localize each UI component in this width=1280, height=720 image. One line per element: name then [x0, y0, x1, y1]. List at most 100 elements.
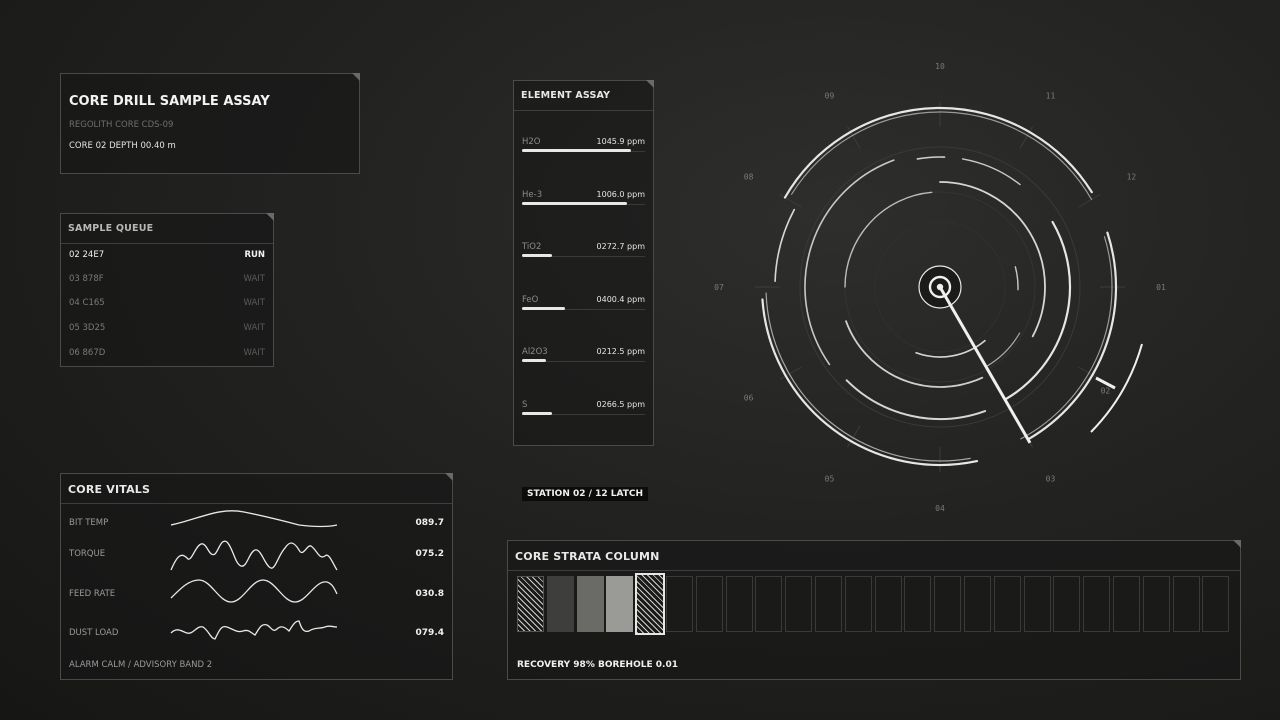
assay-row-tio2: TiO2 0272.7 ppm — [522, 242, 645, 272]
strata-cell[interactable] — [785, 576, 813, 632]
assay-element-name: S — [522, 399, 528, 410]
strata-cell[interactable] — [635, 573, 666, 635]
queue-item[interactable]: 03 878F WAIT — [69, 274, 265, 288]
spiral-arc — [845, 379, 987, 420]
dial-label: 01 — [1156, 283, 1166, 292]
vital-row-dust-load: DUST LOAD 079.4 — [69, 619, 444, 649]
spiral-arc — [961, 158, 1021, 186]
queue-item[interactable]: 06 867D WAIT — [69, 348, 265, 362]
dial-label: 06 — [744, 394, 754, 403]
assay-element-name: FeO — [522, 294, 539, 305]
assay-row-s: S 0266.5 ppm — [522, 400, 645, 430]
strata-cell[interactable] — [517, 576, 544, 632]
strata-cell[interactable] — [1142, 576, 1170, 632]
vital-row-torque: TORQUE 075.2 — [69, 540, 444, 571]
dial-label: 11 — [1046, 92, 1056, 101]
strata-cell[interactable] — [815, 576, 842, 632]
vital-value: 030.8 — [415, 589, 444, 599]
spiral-arc — [804, 159, 895, 366]
strata-cell[interactable] — [576, 576, 604, 632]
core-vitals-title: CORE VITALS — [61, 474, 452, 504]
assay-element-value: 0400.4 ppm — [596, 294, 645, 304]
strata-cell[interactable] — [1023, 576, 1051, 632]
strata-cell[interactable] — [964, 576, 991, 632]
strata-cell[interactable] — [993, 576, 1021, 632]
assay-bar-fill — [522, 411, 552, 415]
strata-cell[interactable] — [695, 576, 723, 632]
queue-item-id: 05 3D25 — [69, 323, 106, 333]
bit-temp-waveform — [170, 510, 338, 528]
queue-item-status: RUN — [244, 250, 265, 260]
core-strata-panel: CORE STRATA COLUMN RECOVERY 98% BOREHOLE… — [507, 540, 1241, 680]
vital-value: 089.7 — [415, 518, 444, 528]
spiral-arc — [1014, 266, 1019, 291]
dial-label: 07 — [714, 283, 724, 292]
element-assay-panel: ELEMENT ASSAY H2O 1045.9 ppm He-3 1006.0 pp… — [513, 80, 654, 446]
assay-element-name: TiO2 — [522, 242, 542, 252]
core-strata-title: CORE STRATA COLUMN — [508, 541, 1240, 571]
dial-label: 03 — [1046, 474, 1056, 483]
vital-row-bit-temp: BIT TEMP 089.7 — [69, 509, 444, 539]
strata-cell[interactable] — [1172, 576, 1200, 632]
core-id: REGOLITH CORE CDS-09 — [69, 120, 174, 130]
assay-bar-fill — [522, 201, 628, 205]
strata-cell[interactable] — [755, 576, 783, 632]
queue-item-id: 04 C165 — [69, 298, 105, 308]
queue-item[interactable]: 05 3D25 WAIT — [69, 323, 265, 337]
core-vitals-panel: CORE VITALS BIT TEMP 089.7 TORQUE 075.2 … — [60, 473, 453, 680]
dial-tick — [779, 194, 802, 208]
dust-load-waveform — [170, 620, 338, 640]
strata-cell[interactable] — [1083, 576, 1111, 632]
vital-label: FEED RATE — [69, 589, 116, 599]
assay-element-value: 0212.5 ppm — [596, 347, 645, 356]
queue-item-status: WAIT — [243, 274, 265, 284]
strata-cell[interactable] — [546, 576, 574, 632]
sample-queue-title: SAMPLE QUEUE — [61, 214, 273, 244]
strata-cell[interactable] — [725, 576, 753, 632]
queue-item-status: WAIT — [243, 323, 265, 333]
page-title: CORE DRILL SAMPLE ASSAY — [69, 94, 270, 109]
assay-row-al2o3: Al2O3 0212.5 ppm — [522, 347, 645, 377]
dial-label: 12 — [1127, 173, 1137, 182]
outer-ring-arc — [790, 111, 1093, 201]
outer-ring-arc — [765, 292, 971, 462]
vital-value: 079.4 — [415, 628, 444, 638]
assay-bar-fill — [522, 306, 566, 310]
assay-bar-fill — [522, 359, 546, 362]
queue-item[interactable]: 04 C165 WAIT — [69, 298, 265, 312]
strata-cell[interactable] — [934, 576, 962, 632]
spiral-arc — [844, 191, 933, 288]
vital-label: TORQUE — [69, 549, 106, 559]
selector-arc — [1090, 343, 1143, 433]
vital-label: DUST LOAD — [69, 628, 119, 638]
queue-item-status: WAIT — [243, 298, 265, 308]
assay-element-value: 0266.5 ppm — [596, 399, 645, 409]
queue-item-status: WAIT — [243, 348, 265, 358]
vital-label: BIT TEMP — [69, 518, 109, 528]
assay-element-name: H2O — [522, 137, 541, 147]
strata-cell[interactable] — [874, 576, 902, 632]
queue-item[interactable]: 02 24E7 RUN — [69, 250, 265, 264]
strata-cell[interactable] — [666, 576, 693, 632]
strata-cell[interactable] — [606, 576, 634, 632]
strata-cell[interactable] — [1113, 576, 1140, 632]
strata-cell[interactable] — [844, 576, 872, 632]
dial-label: 08 — [744, 173, 754, 182]
outer-ring-arc — [1026, 231, 1118, 441]
strata-cell[interactable] — [1202, 576, 1230, 632]
assay-bar-fill — [522, 149, 632, 152]
feed-rate-waveform — [170, 579, 338, 603]
assay-element-name: He-3 — [522, 189, 543, 200]
strata-cell[interactable] — [1053, 576, 1081, 632]
sample-queue-panel: SAMPLE QUEUE 02 24E7 RUN 03 878F WAIT 04… — [60, 213, 274, 367]
assay-element-value: 1006.0 ppm — [596, 189, 645, 199]
assay-element-value: 1045.9 ppm — [596, 137, 645, 146]
queue-item-id: 02 24E7 — [69, 250, 105, 260]
strata-stats: RECOVERY 98% BOREHOLE 0.01 — [517, 660, 678, 670]
station-dial[interactable]: 10 11 12 01 02 03 04 05 06 07 08 09 — [690, 50, 1190, 520]
strata-cell[interactable] — [904, 576, 932, 632]
torque-waveform — [170, 540, 338, 571]
outer-ring-arc — [774, 208, 796, 283]
core-depth: CORE 02 DEPTH 00.40 m — [69, 141, 176, 151]
assay-row-he-3: He-3 1006.0 ppm — [522, 190, 645, 220]
